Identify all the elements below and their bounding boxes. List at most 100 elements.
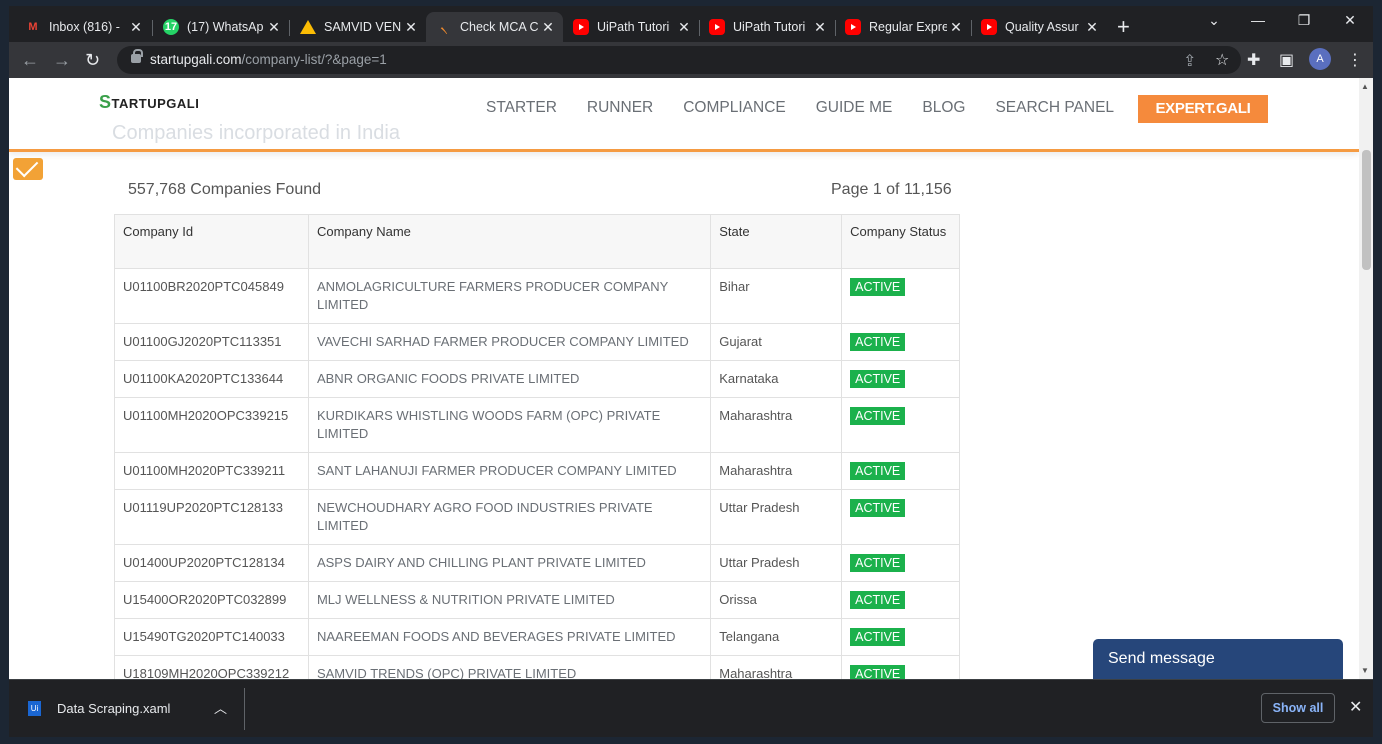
- nav-blog[interactable]: BLOG: [922, 99, 965, 117]
- close-tab-icon[interactable]: ✕: [402, 19, 420, 36]
- status-cell: ACTIVE: [841, 655, 960, 679]
- tab-check-mca[interactable]: ৲ Check MCA C ✕: [426, 12, 563, 42]
- company-name-link[interactable]: VAVECHI SARHAD FARMER PRODUCER COMPANY L…: [307, 323, 712, 361]
- tab-title: SAMVID VEN: [324, 20, 402, 34]
- tab-drive[interactable]: SAMVID VEN ✕: [290, 12, 426, 42]
- back-icon[interactable]: ←: [21, 50, 39, 71]
- nav-guide-me[interactable]: GUIDE ME: [816, 99, 893, 117]
- close-download-bar-icon[interactable]: ✕: [1349, 697, 1362, 717]
- company-name-link[interactable]: ABNR ORGANIC FOODS PRIVATE LIMITED: [307, 360, 712, 398]
- web-page: STARTUPGALI Companies incorporated in In…: [9, 78, 1359, 679]
- status-badge: ACTIVE: [850, 499, 906, 517]
- company-name-link[interactable]: NEWCHOUDHARY AGRO FOOD INDUSTRIES PRIVAT…: [307, 489, 712, 545]
- nav-search-panel[interactable]: SEARCH PANEL: [995, 99, 1114, 117]
- company-name-link[interactable]: ASPS DAIRY AND CHILLING PLANT PRIVATE LI…: [307, 544, 712, 582]
- nav-compliance[interactable]: COMPLIANCE: [683, 99, 786, 117]
- extensions-icon[interactable]: ✚: [1247, 50, 1260, 70]
- company-id-cell: U01100KA2020PTC133644: [114, 360, 309, 398]
- company-id-cell: U01100MH2020OPC339215: [114, 397, 309, 453]
- tab-gmail[interactable]: M Inbox (816) - ✕: [15, 12, 151, 42]
- company-name-link[interactable]: SANT LAHANUJI FARMER PRODUCER COMPANY LI…: [307, 452, 712, 490]
- close-tab-icon[interactable]: ✕: [539, 19, 557, 36]
- address-bar[interactable]: startupgali.com/company-list/?&page=1 ⇪ …: [117, 46, 1241, 74]
- tab-title: (17) WhatsAp: [187, 20, 264, 34]
- page-indicator: Page 1 of 11,156: [831, 181, 952, 198]
- table-row: U18109MH2020OPC339212 SAMVID TRENDS (OPC)…: [114, 655, 960, 679]
- tab-youtube-3[interactable]: Regular Expre ✕: [835, 12, 971, 42]
- profile-avatar[interactable]: A: [1309, 48, 1331, 70]
- site-header: STARTUPGALI Companies incorporated in In…: [9, 78, 1359, 152]
- url-host: startupgali.com: [150, 52, 242, 67]
- star-icon[interactable]: ☆: [1215, 50, 1229, 70]
- state-cell: Uttar Pradesh: [710, 489, 843, 545]
- url-text[interactable]: startupgali.com/company-list/?&page=1: [150, 52, 387, 67]
- close-tab-icon[interactable]: ✕: [1083, 19, 1101, 36]
- tab-title: UiPath Tutori: [733, 20, 806, 34]
- company-id-cell: U01119UP2020PTC128133: [114, 489, 309, 545]
- tab-youtube-2[interactable]: UiPath Tutori ✕: [699, 12, 835, 42]
- company-name-link[interactable]: MLJ WELLNESS & NUTRITION PRIVATE LIMITED: [307, 581, 712, 619]
- scroll-thumb[interactable]: [1362, 150, 1371, 270]
- youtube-icon: [573, 19, 589, 35]
- youtube-icon: [981, 19, 997, 35]
- nav-runner[interactable]: RUNNER: [587, 99, 653, 117]
- minimize-icon[interactable]: —: [1235, 12, 1281, 28]
- mail-icon[interactable]: [13, 158, 43, 180]
- status-badge: ACTIVE: [850, 591, 906, 609]
- status-cell: ACTIVE: [841, 397, 960, 453]
- youtube-icon: [845, 19, 861, 35]
- side-panel-icon[interactable]: ▣: [1279, 50, 1294, 70]
- company-name-link[interactable]: NAAREEMAN FOODS AND BEVERAGES PRIVATE LI…: [307, 618, 712, 656]
- company-name-link[interactable]: KURDIKARS WHISTLING WOODS FARM (OPC) PRI…: [307, 397, 712, 453]
- close-tab-icon[interactable]: ✕: [265, 19, 283, 36]
- tab-search-icon[interactable]: ⌄: [1191, 12, 1237, 29]
- close-tab-icon[interactable]: ✕: [127, 19, 145, 36]
- table-row: U01400UP2020PTC128134 ASPS DAIRY AND CHIL…: [114, 544, 960, 582]
- company-table: Company Id Company Name State Company St…: [114, 214, 960, 679]
- tab-youtube-4[interactable]: Quality Assur ✕: [971, 12, 1107, 42]
- download-item[interactable]: Data Scraping.xaml: [57, 701, 170, 716]
- tab-whatsapp[interactable]: 17 (17) WhatsAp ✕: [153, 12, 289, 42]
- chevron-up-icon[interactable]: ︿: [214, 698, 227, 717]
- browser-window: M Inbox (816) - ✕ 17 (17) WhatsAp ✕ SAMV…: [9, 6, 1373, 737]
- whatsapp-icon: 17: [163, 19, 179, 35]
- show-all-button[interactable]: Show all: [1261, 693, 1335, 723]
- header-company-status: Company Status: [841, 214, 960, 269]
- table-row: U01100GJ2020PTC113351 VAVECHI SARHAD FARM…: [114, 323, 960, 361]
- expert-gali-button[interactable]: EXPERT.GALI: [1138, 95, 1268, 123]
- company-id-cell: U01100MH2020PTC339211: [114, 452, 309, 490]
- status-cell: ACTIVE: [841, 581, 960, 619]
- company-name-link[interactable]: SAMVID TRENDS (OPC) PRIVATE LIMITED: [307, 655, 712, 679]
- close-tab-icon[interactable]: ✕: [675, 19, 693, 36]
- page-scrollbar[interactable]: ▲ ▼: [1359, 78, 1373, 679]
- table-row: U15400OR2020PTC032899 MLJ WELLNESS & NUTR…: [114, 581, 960, 619]
- close-tab-icon[interactable]: ✕: [947, 19, 965, 36]
- close-tab-icon[interactable]: ✕: [811, 19, 829, 36]
- scroll-up-icon[interactable]: ▲: [1361, 82, 1369, 91]
- restore-icon[interactable]: ❐: [1281, 12, 1327, 29]
- status-badge: ACTIVE: [850, 278, 906, 296]
- check-icon: ৲: [440, 20, 448, 33]
- company-id-cell: U15490TG2020PTC140033: [114, 618, 309, 656]
- status-badge: ACTIVE: [850, 665, 906, 679]
- table-row: U01119UP2020PTC128133 NEWCHOUDHARY AGRO F…: [114, 489, 960, 545]
- menu-icon[interactable]: ⋮: [1347, 50, 1363, 70]
- company-name-link[interactable]: ANMOLAGRICULTURE FARMERS PRODUCER COMPAN…: [307, 268, 712, 324]
- forward-icon[interactable]: →: [53, 50, 71, 71]
- tab-strip: M Inbox (816) - ✕ 17 (17) WhatsAp ✕ SAMV…: [9, 6, 1373, 42]
- share-icon[interactable]: ⇪: [1183, 51, 1196, 71]
- close-window-icon[interactable]: ✕: [1327, 12, 1373, 29]
- results-count: 557,768 Companies Found: [128, 181, 322, 198]
- state-cell: Orissa: [710, 581, 843, 619]
- reload-icon[interactable]: ↻: [85, 50, 100, 71]
- send-message-button[interactable]: Send message: [1093, 639, 1343, 679]
- scroll-down-icon[interactable]: ▼: [1361, 666, 1369, 675]
- status-cell: ACTIVE: [841, 452, 960, 490]
- new-tab-icon[interactable]: +: [1117, 14, 1130, 40]
- table-row: U01100KA2020PTC133644 ABNR ORGANIC FOODS …: [114, 360, 960, 398]
- nav-starter[interactable]: STARTER: [486, 99, 557, 117]
- status-cell: ACTIVE: [841, 544, 960, 582]
- url-path: /company-list/?&page=1: [241, 52, 387, 67]
- tab-youtube-1[interactable]: UiPath Tutori ✕: [563, 12, 699, 42]
- site-logo[interactable]: STARTUPGALI: [99, 92, 199, 113]
